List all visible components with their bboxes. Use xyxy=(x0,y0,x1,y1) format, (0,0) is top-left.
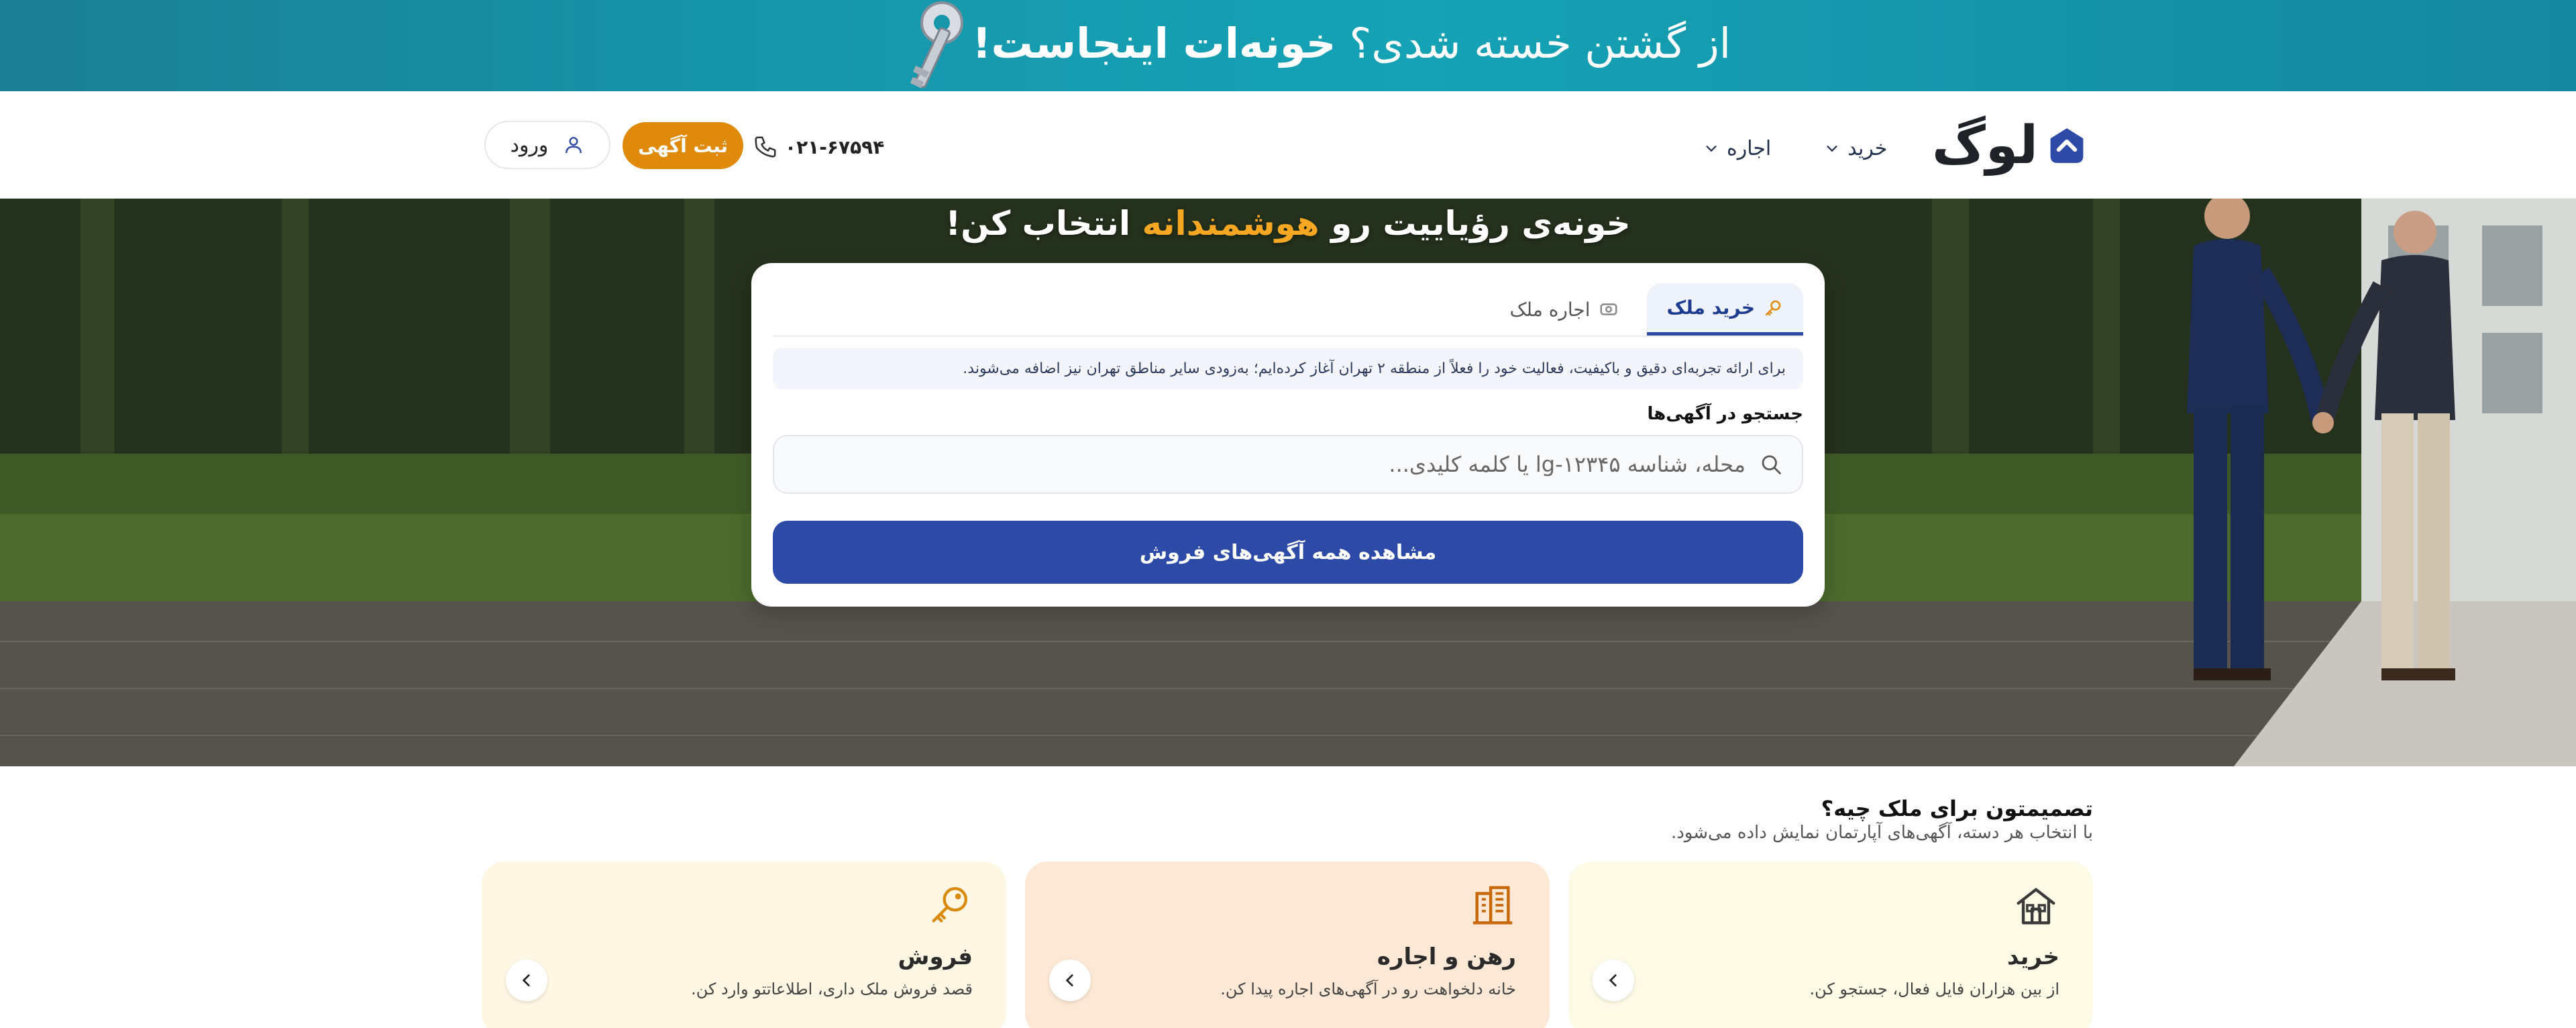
chevron-left-icon xyxy=(1065,974,1073,986)
card-title: خرید xyxy=(2006,943,2059,970)
card-description: قصد فروش ملک داری، اطلاعاتتو وارد کن. xyxy=(691,980,973,998)
view-all-ads-button[interactable]: مشاهده همه آگهی‌های فروش xyxy=(773,521,1803,584)
chevron-left-icon xyxy=(1609,974,1617,986)
logo[interactable]: لوگ xyxy=(1932,115,2086,176)
card-arrow-button[interactable] xyxy=(1049,960,1091,1001)
nav-item-label: اجاره xyxy=(1727,136,1772,160)
nav-item-buy[interactable]: خرید xyxy=(1825,132,1887,165)
hero-title-accent: هوشمندانه xyxy=(1142,204,1320,243)
phone-contact[interactable]: ۰۲۱-۶۷۵۹۴ xyxy=(753,130,884,164)
card-description: خانه دلخواهت رو در آگهی‌های اجاره پیدا ک… xyxy=(1220,980,1516,998)
key-illustration-icon xyxy=(910,1,963,89)
user-icon xyxy=(566,137,582,154)
card-title: رهن و اجاره xyxy=(1377,943,1516,970)
tab-divider xyxy=(773,336,1803,337)
login-button[interactable]: ورود xyxy=(484,121,610,169)
search-label: جستجو در آگهی‌ها xyxy=(1647,404,1803,424)
card-arrow-button[interactable] xyxy=(1593,960,1634,1001)
post-ad-button[interactable]: ثبت آگهی xyxy=(623,122,743,169)
info-notice: برای ارائه تجربه‌ای دقیق و باکیفیت، فعال… xyxy=(773,348,1803,389)
handshake-people-image xyxy=(2187,199,2455,680)
card-arrow-button[interactable] xyxy=(506,960,547,1001)
logo-mark-icon xyxy=(2050,128,2084,163)
category-card-sell[interactable]: فروش قصد فروش ملک داری، اطلاعاتتو وارد ک… xyxy=(482,862,1006,1028)
nav-item-rent[interactable]: اجاره xyxy=(1704,132,1771,165)
section-subtitle: با انتخاب هر دسته، آگهی‌های آپارتمان نما… xyxy=(1670,823,2093,843)
promo-text: از گشتن خسته شدی؟ خونه‌ات اینجاست! xyxy=(972,9,1731,76)
house-icon xyxy=(2017,888,2055,925)
promo-text-bold: خونه‌ات اینجاست! xyxy=(972,18,1336,68)
site-header: لوگ خرید اجاره ۰۲۱-۶۷۵۹۴ ثبت آگهی ورود xyxy=(0,91,2576,199)
search-card: خرید ملک اجاره ملک برای ارائه تجربه‌ای د… xyxy=(751,263,1825,607)
main-nav: خرید اجاره xyxy=(1704,132,1887,165)
promo-text-light: از گشتن خسته شدی؟ xyxy=(1349,18,1731,68)
nav-item-label: خرید xyxy=(1847,136,1888,160)
search-box[interactable] xyxy=(773,435,1803,494)
phone-number: ۰۲۱-۶۷۵۹۴ xyxy=(785,136,885,158)
search-icon xyxy=(1762,455,1781,474)
category-card-buy[interactable]: خرید از بین هزاران فایل فعال، جستجو کن. xyxy=(1568,862,2093,1028)
chevron-left-icon xyxy=(522,974,530,986)
page-root: از گشتن خسته شدی؟ خونه‌ات اینجاست! لوگ خ… xyxy=(0,0,2576,1028)
coins-icon xyxy=(1600,303,1617,315)
hero-title-before: خونه‌ی رؤیاییت رو xyxy=(1331,204,1631,243)
section-title: تصمیمتون برای ملک چیه؟ xyxy=(1821,796,2093,821)
hero-title-after: انتخاب کن! xyxy=(945,204,1131,243)
phone-icon xyxy=(755,136,776,158)
key-icon xyxy=(932,887,967,923)
logo-text: لوگ xyxy=(1932,115,2039,176)
tab-label: اجاره ملک xyxy=(1509,298,1591,321)
hero-title: خونه‌ی رؤیاییت رو هوشمندانه انتخاب کن! xyxy=(738,204,1838,244)
search-tabs: خرید ملک اجاره ملک xyxy=(1489,283,1803,336)
category-cards: خرید از بین هزاران فایل فعال، جستجو کن. … xyxy=(482,862,2093,1028)
search-input[interactable] xyxy=(793,444,1746,484)
promo-banner[interactable]: از گشتن خسته شدی؟ خونه‌ات اینجاست! xyxy=(0,0,2576,91)
card-title: فروش xyxy=(898,943,973,970)
tab-rent-property[interactable]: اجاره ملک xyxy=(1489,283,1638,336)
category-card-rent[interactable]: رهن و اجاره خانه دلخواهت رو در آگهی‌های … xyxy=(1025,862,1550,1028)
card-description: از بین هزاران فایل فعال، جستجو کن. xyxy=(1809,980,2059,998)
chevron-down-icon xyxy=(1706,146,1717,152)
tab-buy-property[interactable]: خرید ملک xyxy=(1646,283,1803,336)
hero-section: خونه‌ی رؤیاییت رو هوشمندانه انتخاب کن! خ… xyxy=(0,199,2576,766)
building-icon xyxy=(1472,886,1513,925)
key-icon xyxy=(1765,300,1781,315)
tab-label: خرید ملک xyxy=(1666,297,1755,319)
chevron-down-icon xyxy=(1827,146,1837,152)
login-label: ورود xyxy=(510,133,549,157)
